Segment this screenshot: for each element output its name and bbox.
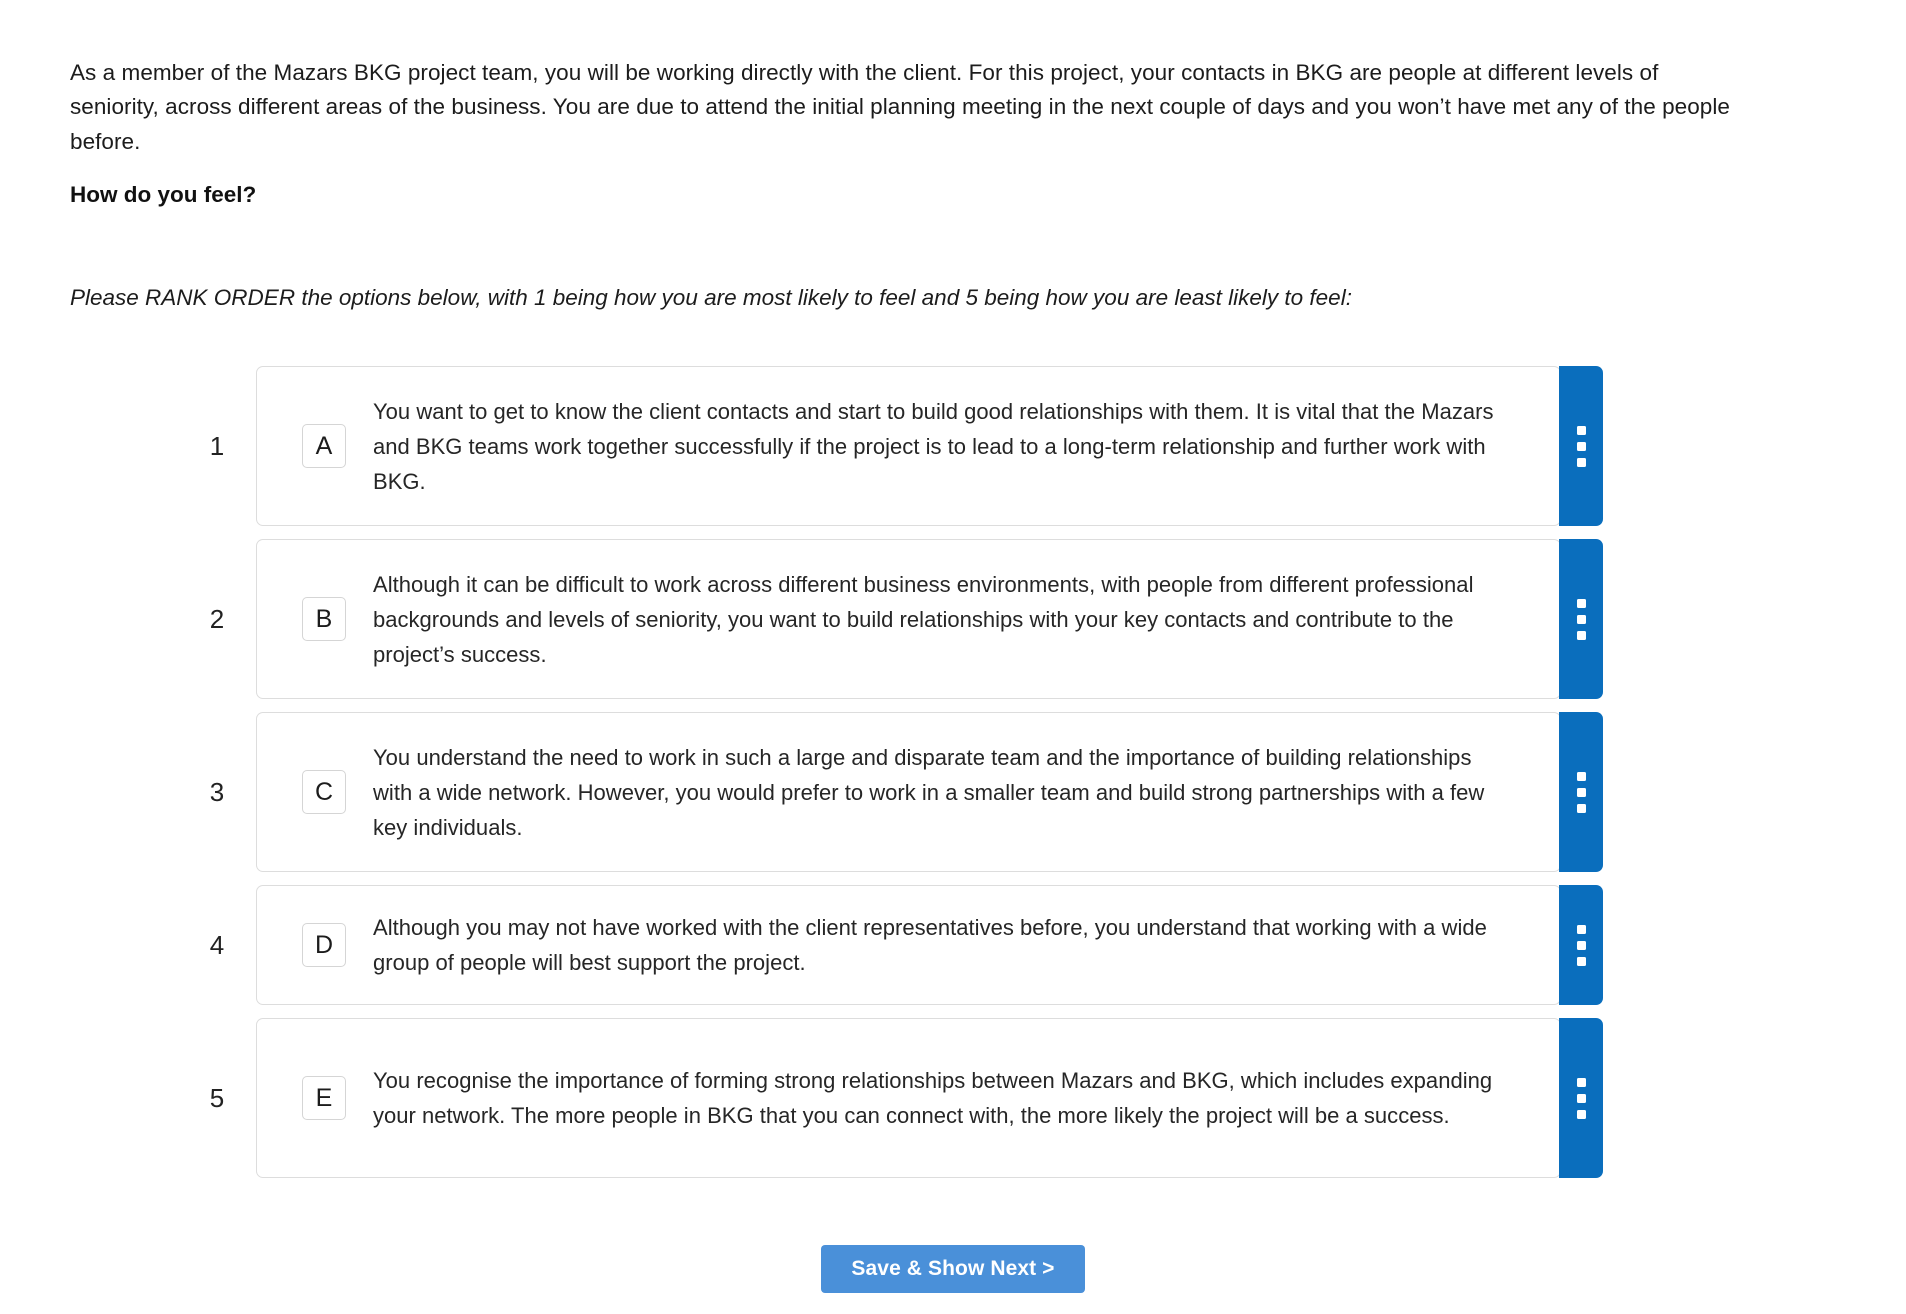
drag-dots-icon[interactable] (1559, 366, 1603, 526)
save-and-show-next-button[interactable]: Save & Show Next > (821, 1245, 1085, 1293)
drag-dot (1576, 771, 1586, 781)
drag-dots-icon[interactable] (1559, 712, 1603, 872)
drag-dot (1576, 803, 1586, 813)
drag-dots-icon[interactable] (1559, 1018, 1603, 1178)
option-card[interactable]: A You want to get to know the client cont… (256, 366, 1603, 526)
option-card[interactable]: B Although it can be difficult to work ac… (256, 539, 1603, 699)
rank-number: 1 (209, 430, 225, 461)
option-text: You want to get to know the client conta… (373, 398, 1494, 494)
question-page: As a member of the Mazars BKG project te… (0, 0, 1906, 1314)
drag-dot (1576, 457, 1586, 467)
rank-number: 2 (209, 603, 225, 634)
drag-dot (1576, 1109, 1586, 1119)
drag-dots-icon[interactable] (1559, 539, 1603, 699)
ranking-instruction: Please RANK ORDER the options below, wit… (70, 285, 1352, 310)
option-card[interactable]: C You understand the need to work in such… (256, 712, 1603, 872)
question-heading: How do you feel? (70, 182, 257, 207)
rank-row: 3 C You understand the need to work in suc… (0, 712, 1906, 872)
drag-dot (1576, 940, 1586, 950)
option-letter-e: E (302, 1076, 346, 1120)
rank-row: 1 A You want to get to know the client con… (0, 366, 1906, 526)
option-card[interactable]: E You recognise the importance of forming… (256, 1018, 1603, 1178)
rank-order-list: 1 A You want to get to know the client con… (0, 366, 1906, 1191)
option-letter-d: D (302, 923, 346, 967)
option-letter-c: C (302, 770, 346, 814)
rank-row: 5 E You recognise the importance of formin… (0, 1018, 1906, 1178)
drag-dot (1576, 425, 1586, 435)
drag-dot (1576, 614, 1586, 624)
option-text: You recognise the importance of forming … (373, 1068, 1493, 1128)
drag-dot (1576, 924, 1586, 934)
option-text: Although it can be difficult to work acr… (373, 571, 1474, 667)
footer: Save & Show Next > (0, 1245, 1906, 1293)
option-letter-b: B (302, 597, 346, 641)
option-card[interactable]: D Although you may not have worked with t… (256, 885, 1603, 1005)
option-text: You understand the need to work in such … (373, 744, 1485, 840)
rank-row: 4 D Although you may not have worked with … (0, 885, 1906, 1005)
drag-dot (1576, 1093, 1586, 1103)
rank-number: 5 (209, 1082, 225, 1113)
drag-dot (1576, 787, 1586, 797)
drag-dot (1576, 1077, 1586, 1087)
rank-number: 4 (209, 929, 225, 960)
rank-number: 3 (209, 776, 225, 807)
drag-dot (1576, 630, 1586, 640)
scenario-paragraph: As a member of the Mazars BKG project te… (70, 59, 1730, 154)
option-text: Although you may not have worked with th… (373, 915, 1487, 975)
drag-dot (1576, 441, 1586, 451)
rank-row: 2 B Although it can be difficult to work a… (0, 539, 1906, 699)
drag-dot (1576, 598, 1586, 608)
drag-dots-icon[interactable] (1559, 885, 1603, 1005)
option-letter-a: A (302, 424, 346, 468)
drag-dot (1576, 956, 1586, 966)
